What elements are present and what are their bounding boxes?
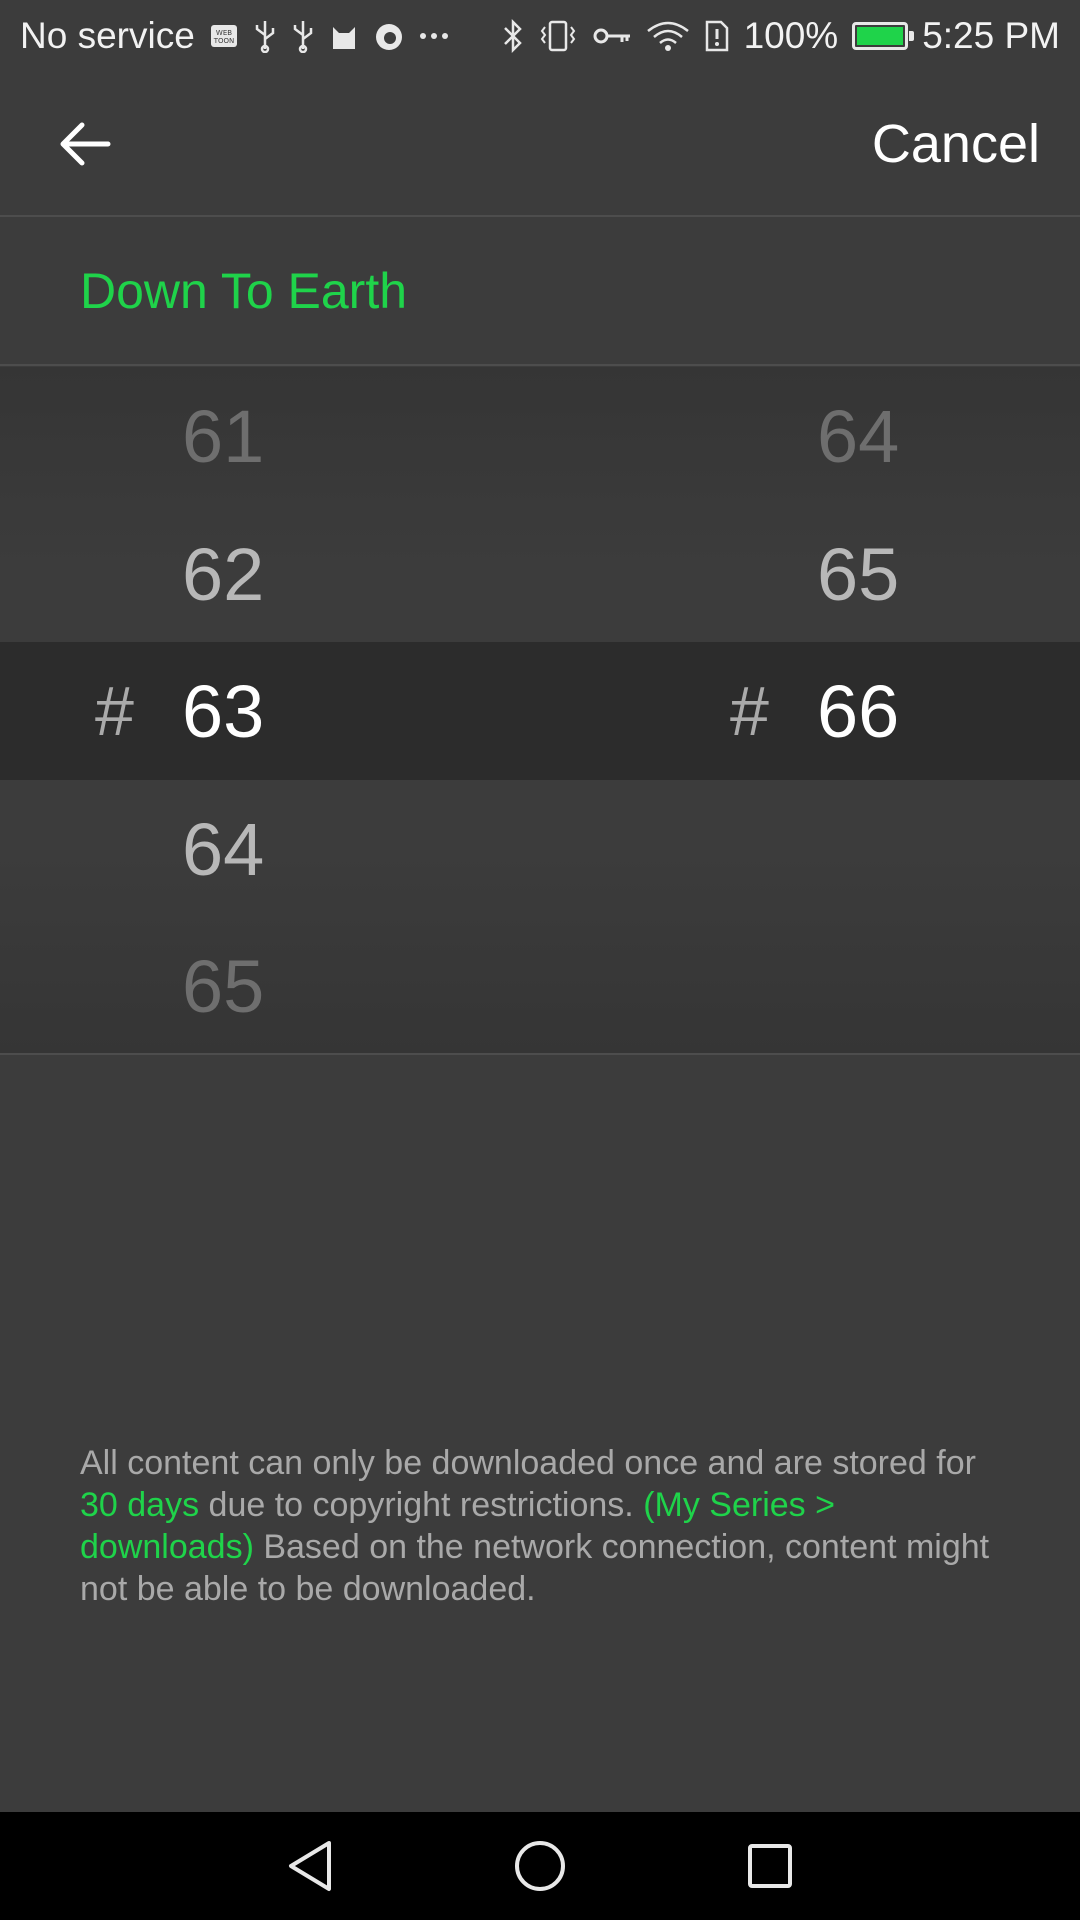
- picker-row-selected[interactable]: # 63: [0, 642, 540, 780]
- end-episode-picker[interactable]: 64 65 # 66: [540, 367, 1080, 1055]
- episode-number: 62: [182, 532, 265, 616]
- status-bar: No service WEB TOON 100% 5:25 PM: [0, 0, 1080, 72]
- picker-row[interactable]: 64: [540, 367, 1080, 505]
- webtoon-icon: WEB TOON: [209, 21, 239, 51]
- carrier-text: No service: [20, 15, 195, 56]
- app-bar: Cancel: [0, 72, 1080, 217]
- system-nav-bar: [0, 1812, 1080, 1920]
- battery-percent: 100%: [743, 15, 839, 56]
- circle-home-icon: [515, 1841, 565, 1891]
- vibrate-icon: [538, 19, 578, 53]
- back-button[interactable]: [55, 114, 115, 174]
- selected-end-episode: 66: [817, 669, 900, 753]
- usb-icon: [253, 19, 277, 53]
- disclaimer-text: All content can only be downloaded once …: [80, 1444, 976, 1482]
- picker-row-selected[interactable]: # 66: [540, 642, 1080, 780]
- arrow-left-icon: [60, 122, 111, 165]
- disclaimer-text: due to copyright restrictions.: [199, 1486, 644, 1524]
- selected-start-episode: 63: [182, 669, 265, 753]
- download-disclaimer: All content can only be downloaded once …: [80, 1442, 1000, 1610]
- picker-row[interactable]: 65: [540, 505, 1080, 643]
- cat-icon: [329, 21, 359, 51]
- start-episode-picker[interactable]: 61 62 # 63 64 65: [0, 367, 540, 1055]
- hash-symbol: #: [730, 672, 769, 750]
- wifi-icon: [646, 19, 690, 53]
- episode-number: 61: [182, 394, 265, 478]
- picker-row[interactable]: 62: [0, 505, 540, 643]
- picker-row[interactable]: 65: [0, 917, 540, 1055]
- picker-row[interactable]: 61: [0, 367, 540, 505]
- usb-icon: [291, 19, 315, 53]
- bluetooth-icon: [502, 19, 524, 53]
- battery-icon: [852, 22, 915, 50]
- svg-text:WEB: WEB: [216, 29, 232, 37]
- more-dots-icon: [419, 31, 449, 41]
- picker-row[interactable]: 64: [0, 780, 540, 918]
- clock: 5:25 PM: [922, 15, 1060, 56]
- retention-period: 30 days: [80, 1486, 200, 1524]
- square-recents-icon: [748, 1844, 792, 1888]
- series-title: Down To Earth: [80, 263, 408, 319]
- status-bar-right: 100% 5:25 PM: [502, 15, 1060, 57]
- hash-symbol: #: [95, 672, 134, 750]
- episode-number: 64: [817, 394, 900, 478]
- nav-back-button[interactable]: [275, 1831, 345, 1901]
- status-bar-left: No service WEB TOON: [20, 15, 449, 57]
- key-icon: [592, 24, 632, 48]
- episode-range-pickers: 61 62 # 63 64 65 64 65 # 66: [0, 367, 1080, 1055]
- nav-recents-button[interactable]: [735, 1831, 805, 1901]
- sim-alert-icon: [704, 19, 730, 53]
- svg-text:TOON: TOON: [213, 37, 235, 45]
- episode-number: 65: [817, 532, 900, 616]
- episode-number: 64: [182, 807, 265, 891]
- triangle-back-icon: [289, 1841, 331, 1891]
- episode-number: 65: [182, 944, 265, 1028]
- series-title-row: Down To Earth: [0, 218, 1080, 366]
- firefox-icon: [373, 20, 405, 52]
- nav-home-button[interactable]: [505, 1831, 575, 1901]
- cancel-button[interactable]: Cancel: [872, 113, 1040, 175]
